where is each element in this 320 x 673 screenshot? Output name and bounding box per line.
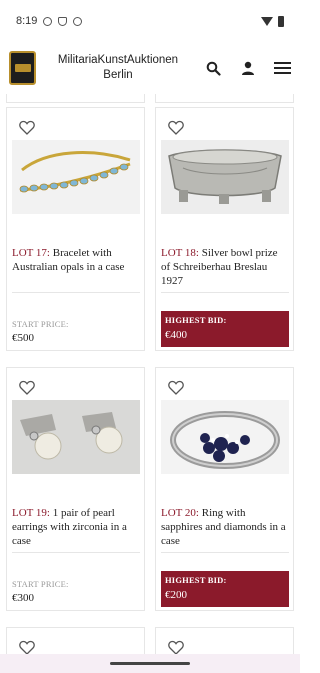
search-button[interactable] xyxy=(203,58,223,78)
lot-card[interactable]: LOT 20: Ring with sapphires and diamonds… xyxy=(155,367,294,611)
status-right xyxy=(261,15,284,27)
lot-card[interactable]: LOT 17: Bracelet with Australian opals i… xyxy=(6,107,145,351)
brand-name[interactable]: MilitariaKunstAuktionen Berlin xyxy=(50,53,186,83)
previous-card-edge xyxy=(155,94,294,103)
wifi-icon xyxy=(261,16,273,26)
lot-grid: LOT 17: Bracelet with Australian opals i… xyxy=(0,94,300,654)
lot-card[interactable]: LOT 18: Silver bowl prize of Schreiberha… xyxy=(155,107,294,351)
lot-title[interactable]: LOT 19: 1 pair of pearl earrings with zi… xyxy=(12,506,140,548)
heart-icon[interactable] xyxy=(19,380,35,395)
lot-image-sapphire-ring[interactable] xyxy=(161,400,289,474)
heart-icon[interactable] xyxy=(168,640,184,654)
hamburger-menu-icon[interactable] xyxy=(271,58,293,78)
gesture-bar xyxy=(0,654,300,673)
price-label: HIGHEST BID: xyxy=(165,315,227,325)
app-header: MilitariaKunstAuktionen Berlin xyxy=(0,42,300,94)
account-button[interactable] xyxy=(238,58,258,78)
heart-icon[interactable] xyxy=(168,120,184,135)
price-value: €500 xyxy=(12,332,34,344)
card-divider xyxy=(161,292,289,293)
highest-bid-box: HIGHEST BID: €400 xyxy=(161,311,289,347)
highest-bid-box: HIGHEST BID: €200 xyxy=(161,571,289,607)
search-icon xyxy=(206,61,221,76)
card-divider xyxy=(12,292,140,293)
heart-icon[interactable] xyxy=(19,640,35,654)
lot-image-pearl-earrings[interactable] xyxy=(12,400,140,474)
lot-card[interactable]: LOT 19: 1 pair of pearl earrings with zi… xyxy=(6,367,145,611)
price-value: €200 xyxy=(165,589,187,601)
settings-icon xyxy=(73,16,83,26)
lot-card[interactable] xyxy=(6,627,145,654)
lot-number: LOT 20: xyxy=(161,507,199,519)
lot-image-bracelet[interactable] xyxy=(12,140,140,214)
lot-card[interactable] xyxy=(155,627,294,654)
lot-image-silver-bowl[interactable] xyxy=(161,140,289,214)
card-divider xyxy=(12,552,140,553)
status-bar: 8:19 xyxy=(0,0,300,42)
price-label: HIGHEST BID: xyxy=(165,575,227,585)
brand-line-2: Berlin xyxy=(103,69,133,81)
settings-icon xyxy=(43,16,53,26)
brand-line-1: MilitariaKunstAuktionen xyxy=(57,54,179,66)
status-time: 8:19 xyxy=(16,15,38,27)
lot-title[interactable]: LOT 20: Ring with sapphires and diamonds… xyxy=(161,506,289,548)
shield-icon xyxy=(58,16,68,26)
previous-card-edge xyxy=(6,94,145,103)
home-gesture-handle[interactable] xyxy=(110,662,190,665)
lot-title[interactable]: LOT 18: Silver bowl prize of Schreiberha… xyxy=(161,246,289,288)
lot-number: LOT 19: xyxy=(12,507,50,519)
heart-icon[interactable] xyxy=(168,380,184,395)
brand-logo[interactable] xyxy=(9,51,36,85)
battery-icon xyxy=(278,15,284,27)
user-icon xyxy=(242,61,254,75)
lot-title[interactable]: LOT 17: Bracelet with Australian opals i… xyxy=(12,246,140,274)
lot-number: LOT 18: xyxy=(161,247,199,259)
price-value: €400 xyxy=(165,329,187,341)
heart-icon[interactable] xyxy=(19,120,35,135)
price-label: START PRICE: xyxy=(12,319,69,329)
lot-number: LOT 17: xyxy=(12,247,50,259)
status-left: 8:19 xyxy=(16,15,83,27)
card-divider xyxy=(161,552,289,553)
price-value: €300 xyxy=(12,592,34,604)
price-label: START PRICE: xyxy=(12,579,69,589)
